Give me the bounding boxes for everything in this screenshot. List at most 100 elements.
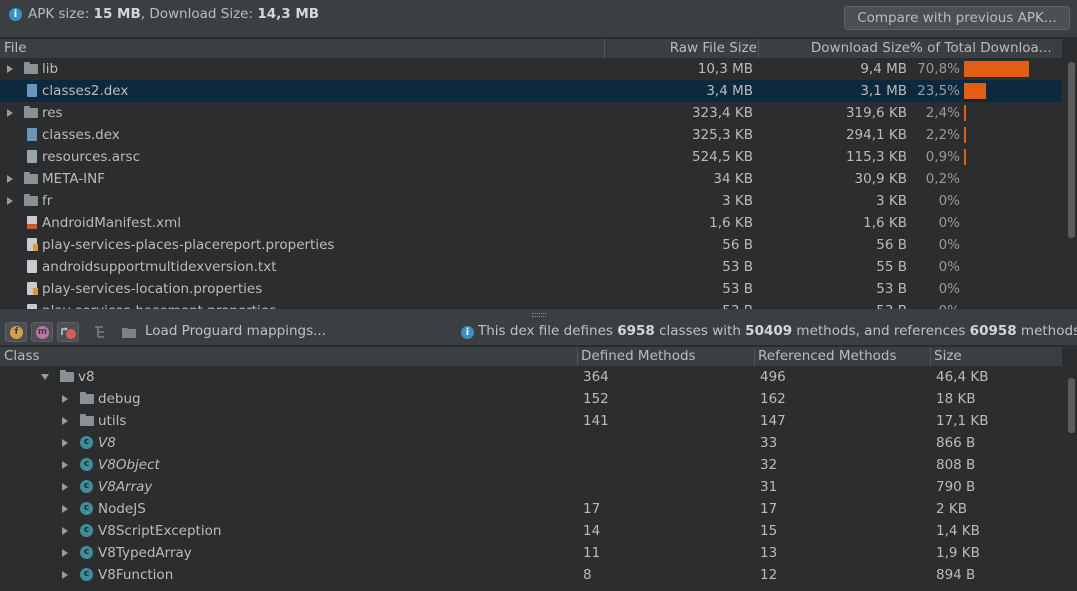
file-row[interactable]: res 323,4 KB 319,6 KB 2,4% [0,102,1077,124]
expand-arrow-icon[interactable] [62,483,68,491]
file-row[interactable]: lib 10,3 MB 9,4 MB 70,8% [0,58,1077,80]
raw-file-size: 524,5 KB [691,149,753,165]
package-row[interactable]: utils 141 147 17,1 KB [0,410,1077,432]
expand-arrow-icon[interactable] [62,549,68,557]
folder-icon [24,194,38,206]
class-row[interactable]: c V8 33 866 B [0,432,1077,454]
class-row[interactable]: c V8Function 8 12 894 B [0,564,1077,586]
class-name: V8 [98,435,116,451]
expand-arrow-icon[interactable] [62,527,68,535]
file-table-header: File Raw File Size Download Size % of To… [0,38,1062,59]
class-size: 866 B [936,435,976,451]
class-row[interactable]: c V8Array 31 790 B [0,476,1077,498]
column-download-size[interactable]: Download Size [760,40,910,56]
expand-arrow-icon[interactable] [62,461,68,469]
defined-methods: 141 [583,413,609,429]
file-row[interactable]: AndroidManifest.xml 1,6 KB 1,6 KB 0% [0,212,1077,234]
percent-of-total: 0% [938,259,960,275]
download-share-bar [964,105,966,121]
percent-of-total: 2,2% [925,127,960,143]
file-name: lib [42,61,59,77]
load-proguard-mappings-link[interactable]: Load Proguard mappings... [145,323,326,339]
raw-file-size: 323,4 KB [691,105,753,121]
download-size-label: , Download Size: [140,6,254,22]
referenced-methods: 31 [760,479,778,495]
file-row[interactable]: fr 3 KB 3 KB 0% [0,190,1077,212]
expand-arrow-icon[interactable] [62,571,68,579]
referenced-methods: 15 [760,523,778,539]
class-size: 17,1 KB [936,413,989,429]
download-size: 115,3 KB [845,149,907,165]
file-row[interactable]: classes.dex 325,3 KB 294,1 KB 2,2% [0,124,1077,146]
summary-bar: i APK size: 15 MB, Download Size: 14,3 M… [0,0,1077,37]
file-row[interactable]: play-services-places-placereport.propert… [0,234,1077,256]
column-referenced-methods[interactable]: Referenced Methods [758,348,897,364]
raw-file-size: 53 B [722,259,753,275]
download-size: 9,4 MB [860,61,907,77]
class-size: 18 KB [936,391,976,407]
file-row[interactable]: classes2.dex 3,4 MB 3,1 MB 23,5% [0,80,1062,102]
class-size: 790 B [936,479,976,495]
class-name: NodeJS [98,501,146,517]
defined-methods: 14 [583,523,601,539]
download-share-bar [964,83,986,99]
raw-file-size: 325,3 KB [691,127,753,143]
splitter-grip[interactable] [532,313,546,317]
defined-methods: 152 [583,391,609,407]
show-fields-button[interactable]: f [5,322,27,342]
file-name: androidsupportmultidexversion.txt [42,259,277,275]
column-size[interactable]: Size [934,348,962,364]
file-row[interactable]: play-services-location.properties 53 B 53 … [0,278,1077,300]
column-defined-methods[interactable]: Defined Methods [581,348,696,364]
expand-arrow-icon[interactable] [7,109,13,117]
class-size: 1,4 KB [936,523,980,539]
raw-file-size: 53 B [722,281,753,297]
collapse-arrow-icon[interactable] [41,374,49,380]
class-table-header: Class Defined Methods Referenced Methods… [0,346,1062,367]
class-size: 1,9 KB [936,545,980,561]
expand-arrow-icon[interactable] [62,439,68,447]
class-icon: c [80,568,93,581]
file-row[interactable]: androidsupportmultidexversion.txt 53 B 55 … [0,256,1077,278]
raw-file-size: 3 KB [722,193,753,209]
file-row[interactable]: play-services-basement.properties53 B53 … [0,300,1077,309]
percent-of-total: 70,8% [917,61,960,77]
percent-of-total: 0,2% [925,171,960,187]
class-row[interactable]: c V8ScriptException 14 15 1,4 KB [0,520,1077,542]
file-row[interactable]: resources.arsc 524,5 KB 115,3 KB 0,9% [0,146,1077,168]
package-icon [80,414,94,426]
column-raw-size[interactable]: Raw File Size [606,40,757,56]
expand-arrow-icon[interactable] [62,417,68,425]
column-percent-total[interactable]: % of Total Downloa... [910,40,1060,56]
package-row[interactable]: debug 152 162 18 KB [0,388,1077,410]
percent-of-total: 0% [938,215,960,231]
pane-splitter[interactable] [0,309,1077,319]
file-table-scrollbar[interactable] [1068,62,1075,238]
dex-info-suffix: methods. [1020,323,1077,339]
class-table-scrollbar[interactable] [1068,378,1075,433]
expand-arrow-icon[interactable] [62,395,68,403]
expand-arrow-icon[interactable] [7,197,13,205]
column-file[interactable]: File [4,40,27,56]
download-size: 3 KB [876,193,907,209]
download-size: 53 B [876,281,907,297]
percent-of-total: 0,9% [925,149,960,165]
column-class[interactable]: Class [4,348,40,364]
expand-arrow-icon[interactable] [62,505,68,513]
referenced-methods: 496 [760,369,786,385]
class-row[interactable]: c NodeJS 17 17 2 KB [0,498,1077,520]
dex-classes-count: 6958 [617,323,655,339]
tree-layout-icon[interactable] [93,324,111,340]
class-name: V8ScriptException [98,523,222,539]
show-references-button[interactable] [57,322,79,342]
compare-apk-button[interactable]: Compare with previous APK... [844,6,1070,30]
class-row[interactable]: c V8Object 32 808 B [0,454,1077,476]
class-row[interactable]: c V8TypedArray 11 13 1,9 KB [0,542,1077,564]
referenced-methods: 147 [760,413,786,429]
file-name: play-services-location.properties [42,281,263,297]
file-row[interactable]: META-INF 34 KB 30,9 KB 0,2% [0,168,1077,190]
expand-arrow-icon[interactable] [7,175,13,183]
package-row[interactable]: v8 364 496 46,4 KB [0,366,1077,388]
expand-arrow-icon[interactable] [7,65,13,73]
show-methods-button[interactable]: m [31,322,53,342]
